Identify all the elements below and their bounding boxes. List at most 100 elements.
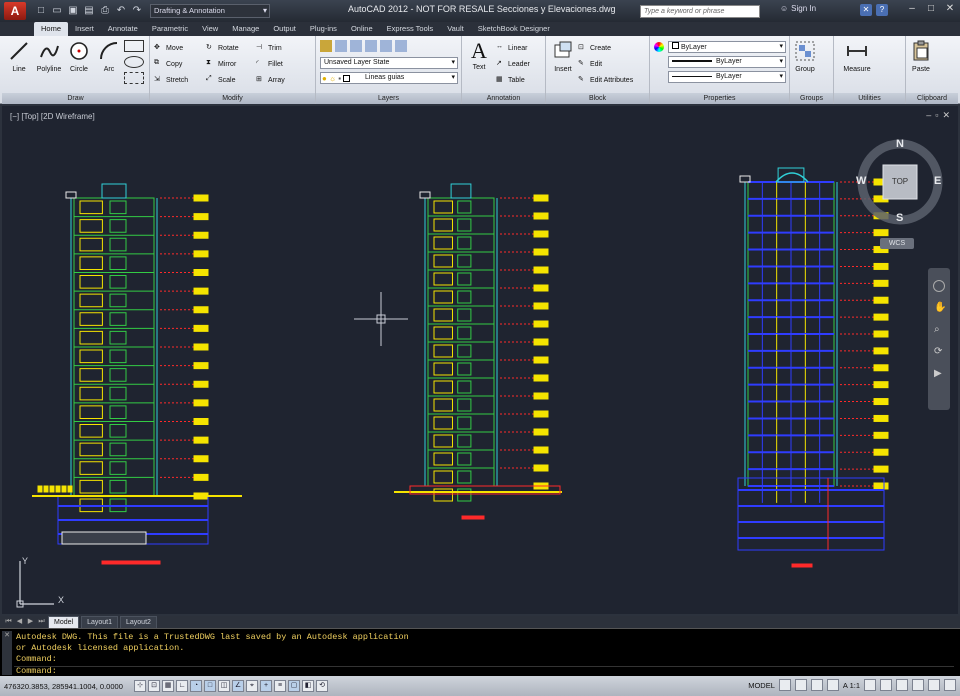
rotate-button[interactable]: ↻ Rotate [206, 42, 239, 54]
quick-view-layouts-icon[interactable] [778, 679, 791, 691]
draw-panel-label[interactable]: Draw [2, 93, 149, 104]
tab-online[interactable]: Online [344, 22, 380, 36]
search-input[interactable]: Type a keyword or phrase [640, 5, 760, 18]
zoom-status-icon[interactable] [826, 679, 839, 691]
tab-express-tools[interactable]: Express Tools [380, 22, 441, 36]
zoom-icon[interactable]: ⌕ [934, 324, 940, 335]
compass-north-label[interactable]: N [896, 138, 904, 150]
coordinate-readout[interactable]: 476320.3853, 285941.1004, 0.0000 [0, 682, 134, 691]
tab-layout2[interactable]: Layout2 [120, 616, 157, 628]
command-input[interactable]: Command: [14, 666, 954, 676]
next-layout-icon[interactable]: ▶ [26, 616, 35, 628]
tab-model[interactable]: Model [48, 616, 80, 628]
layer-off-icon[interactable] [365, 40, 377, 52]
lock-toolbar-icon[interactable] [896, 679, 908, 691]
compass-south-label[interactable]: S [896, 212, 903, 224]
linetype-dropdown[interactable]: ByLayer [668, 71, 786, 83]
utilities-panel-label[interactable]: Utilities [834, 93, 905, 104]
edit-attributes-button[interactable]: ✎ Edit Attributes [578, 74, 633, 86]
save-icon[interactable]: ▣ [66, 4, 80, 18]
create-block-button[interactable]: ⊡ Create [578, 42, 611, 54]
tab-parametric[interactable]: Parametric [145, 22, 195, 36]
copy-button[interactable]: ⧉ Copy [154, 58, 182, 70]
dynamic-input-toggle[interactable]: + [260, 680, 272, 692]
layer-state-dropdown[interactable]: Unsaved Layer State [320, 57, 458, 69]
scale-button[interactable]: ⤢ Scale [206, 74, 236, 86]
fillet-button[interactable]: ◜ Fillet [256, 58, 283, 70]
application-menu-button[interactable]: A [0, 0, 30, 22]
quick-view-drawings-icon[interactable] [794, 679, 807, 691]
undo-icon[interactable]: ↶ [114, 4, 128, 18]
linear-dimension-button[interactable]: ↔ Linear [496, 42, 527, 54]
viewcube-top-face[interactable]: TOP [883, 177, 917, 186]
group-button[interactable]: Group [790, 40, 820, 73]
array-button[interactable]: ⊞ Array [256, 74, 285, 86]
stretch-button[interactable]: ⇲ Stretch [154, 74, 188, 86]
polyline-button[interactable]: Polyline [34, 40, 64, 73]
properties-panel-label[interactable]: Properties [650, 93, 789, 104]
command-line-grip[interactable]: ✕ [2, 631, 12, 675]
hatch-icon[interactable] [124, 72, 144, 84]
compass-east-label[interactable]: E [934, 175, 941, 187]
tab-output[interactable]: Output [266, 22, 303, 36]
first-layout-icon[interactable]: ⏮ [4, 616, 13, 628]
quick-properties-toggle[interactable]: ◧ [302, 680, 314, 692]
dynamic-ucs-toggle[interactable]: ⌖ [246, 680, 258, 692]
close-icon[interactable]: ✕ [942, 2, 958, 16]
table-button[interactable]: ▦ Table [496, 74, 525, 86]
clean-screen-icon[interactable] [944, 679, 956, 691]
maximize-icon[interactable]: □ [923, 2, 939, 16]
line-button[interactable]: Line [4, 40, 34, 73]
layers-panel-label[interactable]: Layers [316, 93, 461, 104]
orbit-icon[interactable]: ⟳ [934, 346, 942, 357]
clipboard-panel-label[interactable]: Clipboard [906, 93, 958, 104]
layer-properties-icon[interactable] [320, 40, 332, 52]
edit-block-button[interactable]: ✎ Edit [578, 58, 602, 70]
annotation-scale-dropdown[interactable]: A 1:1 [843, 681, 860, 690]
layer-state-icon[interactable] [335, 40, 347, 52]
compass-west-label[interactable]: W [856, 175, 866, 187]
hardware-acceleration-icon[interactable] [912, 679, 924, 691]
ellipse-icon[interactable] [124, 56, 144, 68]
workspace-switching-icon[interactable] [880, 679, 892, 691]
lineweight-toggle[interactable]: ≡ [274, 680, 286, 692]
tab-sketchbook-designer[interactable]: SketchBook Designer [471, 22, 557, 36]
tab-manage[interactable]: Manage [225, 22, 266, 36]
workspace-dropdown[interactable]: Drafting & Annotation [150, 4, 270, 18]
minimize-icon[interactable]: – [904, 2, 920, 16]
help-icon[interactable]: ? [876, 4, 888, 16]
leader-button[interactable]: ↗ Leader [496, 58, 530, 70]
measure-button[interactable]: Measure [842, 40, 872, 73]
layer-iso-icon[interactable] [350, 40, 362, 52]
block-panel-label[interactable]: Block [546, 93, 649, 104]
trim-button[interactable]: ⊣ Trim [256, 42, 282, 54]
arc-button[interactable]: Arc [94, 40, 124, 73]
object-snap-toggle[interactable]: □ [204, 680, 216, 692]
wcs-menu[interactable]: WCS [880, 238, 914, 249]
annotation-visibility-icon[interactable] [864, 679, 876, 691]
tab-annotate[interactable]: Annotate [101, 22, 145, 36]
drawing-viewport[interactable]: [−] [Top] [2D Wireframe] – ▫ ✕ Y X N S E… [0, 104, 960, 616]
selection-cycling-toggle[interactable]: ⟲ [316, 680, 328, 692]
tab-view[interactable]: View [195, 22, 225, 36]
lineweight-dropdown[interactable]: ByLayer [668, 56, 786, 68]
tab-home[interactable]: Home [34, 22, 69, 36]
isolate-objects-icon[interactable] [928, 679, 940, 691]
layer-lock-icon[interactable] [395, 40, 407, 52]
steering-wheel-icon[interactable] [933, 280, 945, 292]
showmotion-icon[interactable]: ▶ [934, 368, 942, 379]
mirror-button[interactable]: ⧗ Mirror [206, 58, 236, 70]
exchange-icon[interactable]: ✕ [860, 4, 872, 16]
new-icon[interactable]: □ [34, 4, 48, 18]
transparency-toggle[interactable]: ▢ [288, 680, 300, 692]
polar-tracking-toggle[interactable]: ◔ [190, 680, 202, 692]
open-icon[interactable]: ▭ [50, 4, 64, 18]
layer-freeze-icon[interactable] [380, 40, 392, 52]
redo-icon[interactable]: ↷ [130, 4, 144, 18]
ortho-mode-toggle[interactable]: ∟ [176, 680, 188, 692]
infer-constraints-toggle[interactable]: ⊹ [134, 680, 146, 692]
rectangle-icon[interactable] [124, 40, 144, 52]
grid-display-toggle[interactable]: ▦ [162, 680, 174, 692]
paste-button[interactable]: Paste [906, 40, 936, 73]
annotation-panel-label[interactable]: Annotation [462, 93, 545, 104]
